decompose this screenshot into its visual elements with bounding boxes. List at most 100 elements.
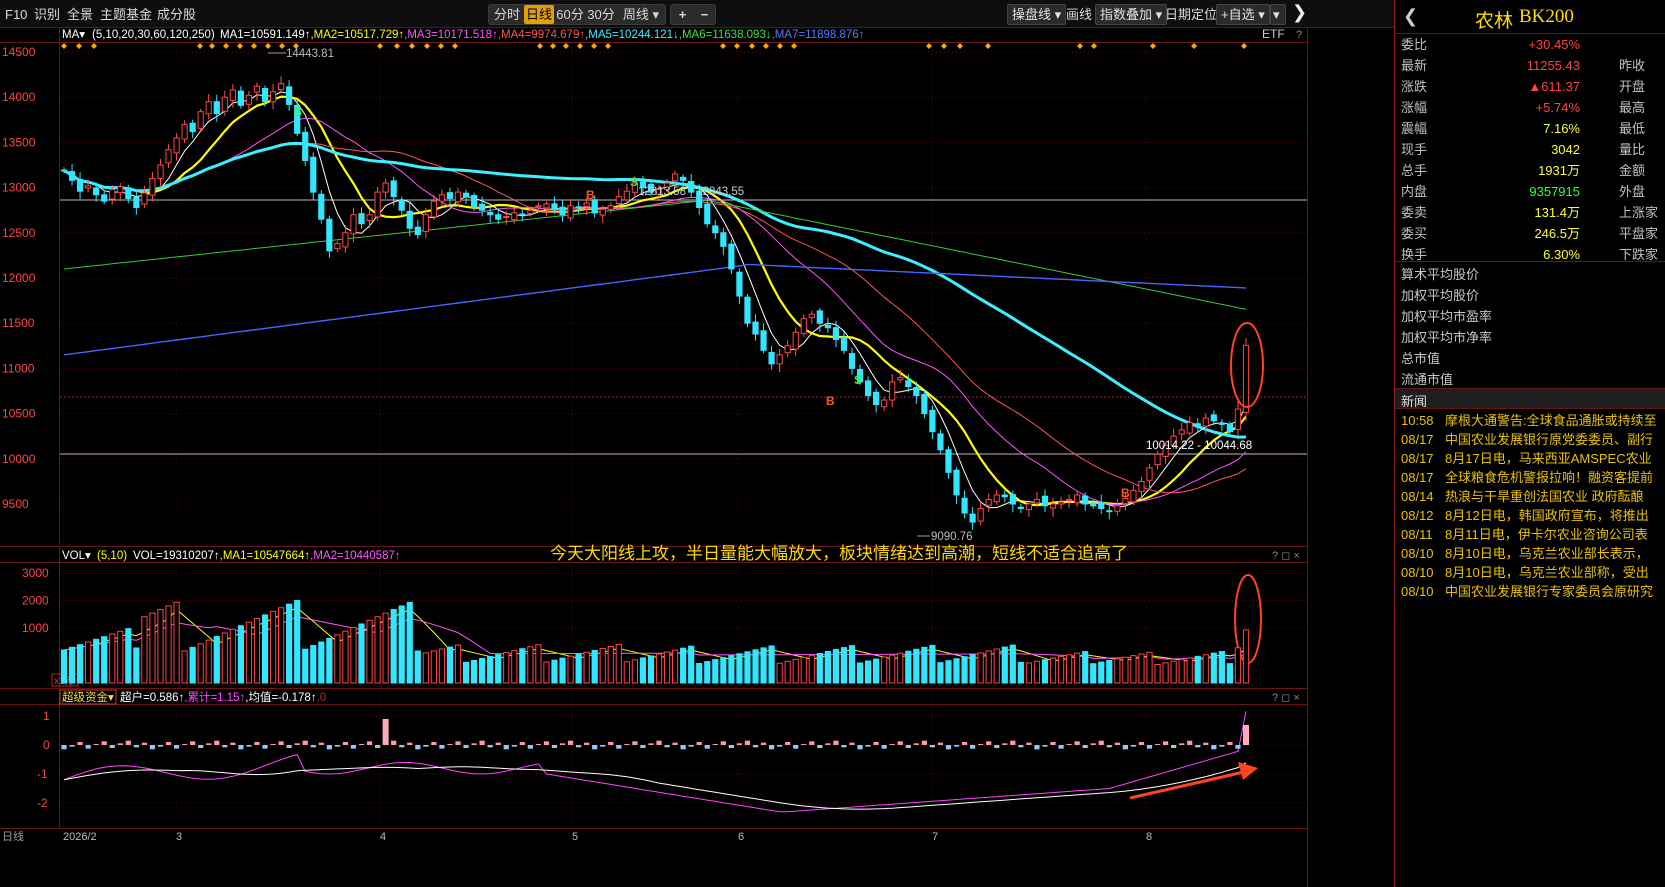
volume-bar[interactable] (615, 644, 622, 684)
candle-body[interactable] (1057, 501, 1065, 505)
volume-bar[interactable] (197, 643, 204, 684)
volume-bar[interactable] (856, 662, 864, 684)
volume-bar[interactable] (913, 648, 920, 684)
fund-bar[interactable] (817, 745, 823, 748)
candle-body[interactable] (752, 321, 759, 335)
candle-body[interactable] (462, 192, 470, 198)
candle-body[interactable] (1098, 502, 1105, 510)
fund-bar[interactable] (61, 745, 67, 750)
zoom-out-button[interactable]: − (694, 5, 715, 24)
candle-body[interactable] (446, 192, 454, 199)
volume-bar[interactable] (503, 652, 510, 684)
fund-bar[interactable] (1106, 745, 1112, 748)
fund-bar[interactable] (374, 745, 381, 748)
candle-body[interactable] (575, 206, 582, 209)
fund-bar[interactable] (1098, 740, 1104, 745)
fund-bar[interactable] (600, 745, 606, 747)
candle-body[interactable] (776, 354, 783, 365)
fund-bar[interactable] (1130, 745, 1137, 747)
candle-body[interactable] (1033, 498, 1041, 504)
candle-body[interactable] (93, 187, 100, 196)
collapse-icon[interactable]: ❯ (1292, 3, 1307, 21)
theme-fund-button[interactable]: 主题基金 (100, 6, 152, 24)
candle-body[interactable] (728, 243, 735, 270)
candle-body[interactable] (358, 213, 365, 225)
volume-bar[interactable] (591, 649, 598, 684)
candlesticks[interactable] (60, 76, 1250, 530)
back-icon[interactable]: ❮ (1403, 6, 1418, 27)
volume-bar[interactable] (430, 650, 437, 684)
fund-bar[interactable] (206, 743, 212, 745)
vol-indicator-name[interactable]: VOL▾ (62, 550, 91, 562)
period-tab-weekly[interactable]: 周线 ▾ (618, 5, 664, 24)
volume-bar[interactable] (696, 663, 703, 684)
volume-bar[interactable] (905, 650, 912, 684)
candle-body[interactable] (221, 96, 228, 112)
candle-body[interactable] (213, 101, 220, 114)
volume-bar[interactable] (76, 644, 84, 684)
volume-bar[interactable] (109, 633, 116, 684)
candle-body[interactable] (398, 199, 405, 211)
fund-bar[interactable] (1002, 743, 1008, 745)
fund-bar[interactable] (1122, 745, 1128, 750)
fund-bar[interactable] (415, 745, 421, 750)
volume-bar[interactable] (704, 661, 711, 684)
volume-bar[interactable] (784, 660, 791, 684)
period-tab-60min[interactable]: 60分 (555, 5, 585, 24)
candle-body[interactable] (881, 399, 888, 408)
fund-bar[interactable] (495, 742, 501, 745)
candle-body[interactable] (937, 433, 944, 451)
volume-bar[interactable] (93, 638, 100, 684)
candle-body[interactable] (85, 185, 92, 189)
fund-bar[interactable] (1138, 742, 1145, 745)
candle-body[interactable] (961, 497, 968, 514)
fund-bar[interactable] (777, 745, 783, 747)
volume-bar[interactable] (479, 657, 486, 684)
draw-button[interactable]: 画线 (1066, 6, 1092, 24)
candle-body[interactable] (1186, 422, 1193, 434)
volume-bar[interactable] (1009, 644, 1016, 684)
volume-bar[interactable] (808, 654, 815, 684)
news-item[interactable]: 10:58 摩根大通警告:全球食品通胀或持续至 (1395, 411, 1665, 430)
candle-body[interactable] (109, 188, 116, 200)
fund-bar[interactable] (141, 742, 148, 745)
volume-bar[interactable] (245, 621, 253, 684)
candle-body[interactable] (286, 86, 293, 105)
volume-bar[interactable] (567, 655, 574, 684)
volume-bar[interactable] (1074, 652, 1081, 684)
fund-bar[interactable] (1010, 740, 1016, 745)
candle-body[interactable] (1154, 453, 1161, 466)
candle-body[interactable] (438, 194, 446, 202)
fund-bar[interactable] (953, 745, 960, 747)
period-tab-intraday[interactable]: 分时 (491, 5, 523, 24)
volume-bar[interactable] (1202, 654, 1209, 684)
candle-body[interactable] (840, 336, 848, 351)
volume-bar[interactable] (712, 659, 719, 684)
candle-body[interactable] (245, 94, 253, 105)
volume-bar[interactable] (736, 653, 743, 684)
volume-bar[interactable] (583, 651, 590, 684)
volume-bar[interactable] (1090, 663, 1097, 684)
candle-body[interactable] (889, 381, 896, 401)
more-dropdown[interactable]: ▾ (1270, 4, 1286, 25)
index-overlay-dropdown[interactable]: 指数叠加 ▾ (1095, 4, 1168, 25)
fund-bar[interactable] (913, 743, 919, 745)
candle-body[interactable] (543, 203, 550, 209)
volume-bar[interactable] (800, 656, 807, 684)
candle-body[interactable] (382, 182, 389, 193)
volume-bar[interactable] (519, 648, 526, 684)
volume-bar[interactable] (1001, 646, 1008, 684)
candle-body[interactable] (559, 206, 566, 216)
volume-bar[interactable] (398, 605, 405, 684)
fund-bar[interactable] (961, 742, 968, 745)
candle-body[interactable] (760, 330, 767, 351)
volume-bar[interactable] (310, 645, 317, 684)
candle-body[interactable] (672, 173, 679, 182)
fund-bar[interactable] (149, 745, 156, 750)
fund-bar[interactable] (535, 744, 542, 745)
fund-bar[interactable] (318, 742, 324, 745)
candle-body[interactable] (929, 409, 936, 433)
candle-body[interactable] (1138, 480, 1145, 493)
fund-bar[interactable] (310, 745, 316, 748)
volume-bar[interactable] (969, 654, 976, 684)
